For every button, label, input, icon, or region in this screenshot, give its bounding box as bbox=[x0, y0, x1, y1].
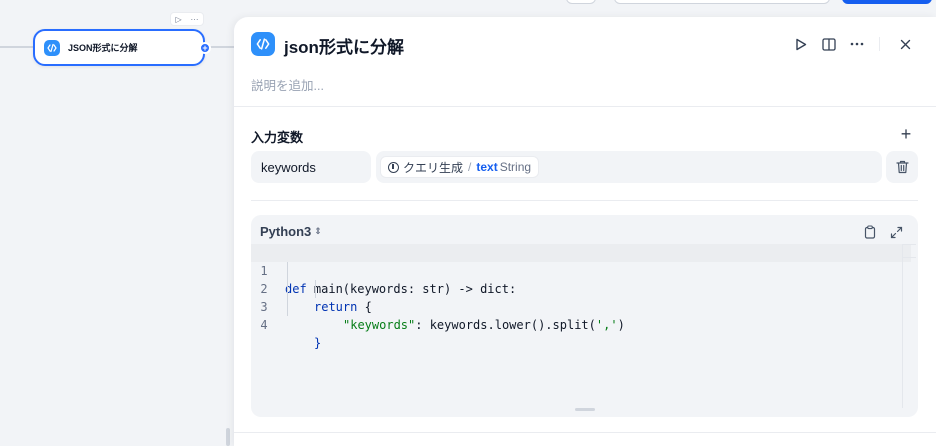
line-number: 4 bbox=[260, 318, 268, 332]
canvas-scrollbar[interactable] bbox=[226, 428, 230, 446]
variable-ref-name: text bbox=[476, 160, 498, 174]
panel-header: json形式に分解 説明を追加... bbox=[234, 17, 936, 107]
language-label: Python3 bbox=[260, 224, 312, 239]
toolbar-button-2[interactable] bbox=[614, 0, 830, 4]
input-vars-label: 入力変数 bbox=[251, 130, 304, 145]
trash-icon bbox=[895, 160, 909, 174]
minimap-corner bbox=[902, 244, 916, 258]
play-icon[interactable]: ▷ bbox=[175, 15, 181, 24]
description-input[interactable]: 説明を追加... bbox=[251, 75, 324, 94]
variable-tag: クエリ生成 / text String bbox=[380, 156, 540, 178]
node-actions: ▷ ··· bbox=[170, 12, 204, 26]
variable-name-field[interactable]: keywords bbox=[251, 151, 371, 183]
close-icon[interactable] bbox=[896, 35, 914, 53]
code-token: } bbox=[314, 336, 322, 350]
section-divider bbox=[251, 200, 918, 201]
publish-button[interactable] bbox=[842, 0, 932, 4]
panel-title[interactable]: json形式に分解 bbox=[284, 33, 404, 58]
add-variable-icon[interactable]: + bbox=[898, 125, 914, 143]
toolbar-button-1[interactable] bbox=[566, 0, 596, 4]
more-icon[interactable] bbox=[848, 35, 866, 53]
node-title: JSON形式に分解 bbox=[68, 43, 138, 53]
code-line: 3 "keywords": keywords.lower().split(','… bbox=[251, 280, 911, 332]
indent-guide bbox=[287, 262, 288, 316]
indent-guide bbox=[315, 280, 316, 298]
editor-scrollbar[interactable] bbox=[902, 244, 903, 408]
delete-variable-button[interactable] bbox=[886, 151, 918, 183]
play-icon[interactable] bbox=[792, 35, 810, 53]
expand-icon[interactable] bbox=[888, 224, 904, 240]
more-icon[interactable]: ··· bbox=[191, 15, 199, 24]
resize-handle[interactable] bbox=[575, 408, 595, 411]
code-editor[interactable]: Python3 ⇕ 1 def main(keywords: str) -> d… bbox=[251, 215, 918, 417]
language-select[interactable]: Python3 ⇕ bbox=[260, 224, 322, 239]
path-separator: / bbox=[468, 160, 472, 174]
edge-incoming bbox=[0, 46, 34, 48]
code-token: ',' bbox=[595, 318, 618, 332]
code-token: "keywords" bbox=[343, 318, 416, 332]
code-content[interactable]: 1 def main(keywords: str) -> dict: 2 ret… bbox=[251, 244, 911, 404]
header-divider bbox=[234, 106, 936, 107]
split-view-icon[interactable] bbox=[820, 35, 838, 53]
code-token: ) bbox=[617, 318, 625, 332]
code-token: : keywords.lower().split( bbox=[415, 318, 596, 332]
variable-type: String bbox=[499, 160, 532, 174]
clipboard-icon[interactable] bbox=[862, 224, 878, 240]
code-icon bbox=[44, 39, 60, 56]
header-separator bbox=[879, 37, 880, 51]
source-node-name: クエリ生成 bbox=[403, 160, 464, 175]
code-line: 1 def main(keywords: str) -> dict: bbox=[251, 244, 911, 296]
add-node-handle[interactable]: + bbox=[199, 42, 211, 54]
code-icon bbox=[251, 32, 275, 56]
chevron-updown-icon: ⇕ bbox=[314, 226, 322, 236]
variable-value-selector[interactable]: クエリ生成 / text String bbox=[376, 151, 882, 183]
panel-bottom-divider bbox=[234, 432, 936, 433]
code-line: 4 } bbox=[251, 298, 911, 350]
code-line: 2 return { bbox=[251, 262, 911, 314]
code-node[interactable]: JSON形式に分解 + bbox=[33, 29, 211, 66]
node-settings-panel: json形式に分解 説明を追加... 入力変数 + keywords クエリ生成… bbox=[234, 17, 936, 446]
node-source-icon bbox=[388, 161, 399, 173]
